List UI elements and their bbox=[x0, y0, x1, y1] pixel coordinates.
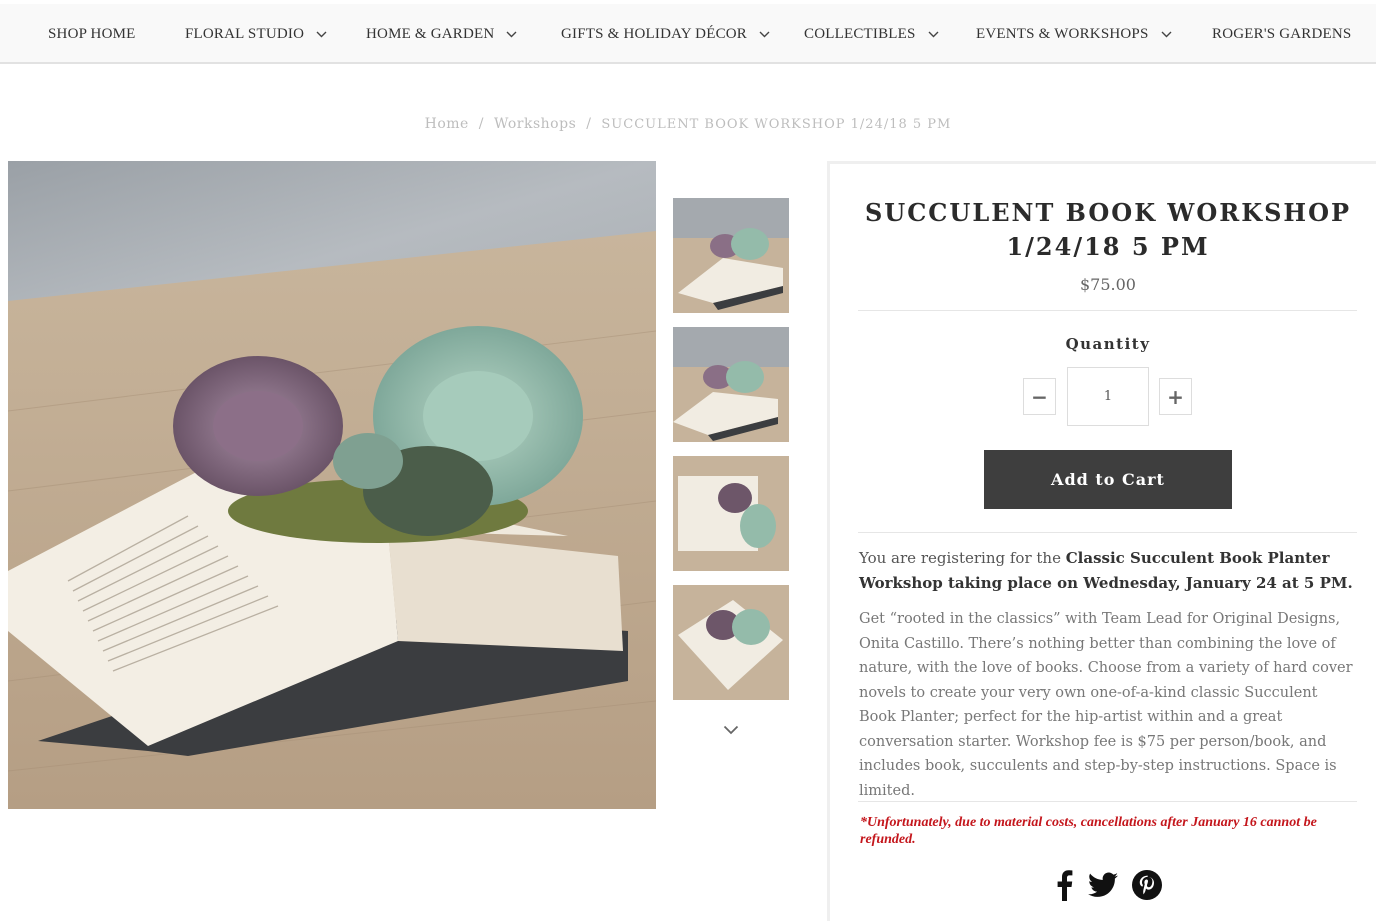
nav-item-collectibles[interactable]: COLLECTIBLES bbox=[804, 4, 939, 64]
divider bbox=[858, 801, 1357, 802]
registration-intro: You are registering for the Classic Succ… bbox=[859, 546, 1359, 596]
thumbnail-4[interactable] bbox=[673, 585, 789, 700]
chevron-down-icon bbox=[316, 31, 327, 38]
nav-label: SHOP HOME bbox=[48, 25, 136, 42]
nav-item-floral-studio[interactable]: FLORAL STUDIO bbox=[185, 4, 327, 64]
breadcrumb: Home / Workshops / SUCCULENT BOOK WORKSH… bbox=[0, 116, 1376, 132]
nav-label: EVENTS & WORKSHOPS bbox=[976, 25, 1149, 42]
main-product-image[interactable] bbox=[8, 161, 656, 809]
chevron-down-icon bbox=[928, 31, 939, 38]
thumbnail-3[interactable] bbox=[673, 456, 789, 571]
breadcrumb-workshops-link[interactable]: Workshops bbox=[494, 116, 576, 132]
breadcrumb-separator: / bbox=[478, 116, 484, 132]
quantity-label: Quantity bbox=[1065, 335, 1151, 353]
divider bbox=[858, 532, 1357, 533]
quantity-input[interactable] bbox=[1067, 367, 1149, 426]
twitter-icon[interactable] bbox=[1088, 868, 1118, 902]
thumbnail-1[interactable] bbox=[673, 198, 789, 313]
nav-label: ROGER'S GARDENS bbox=[1212, 25, 1352, 42]
nav-label: FLORAL STUDIO bbox=[185, 25, 305, 42]
nav-item-shop-home[interactable]: SHOP HOME bbox=[48, 4, 136, 64]
nav-label: COLLECTIBLES bbox=[804, 25, 916, 42]
chevron-down-icon bbox=[506, 31, 517, 38]
product-title: SUCCULENT BOOK WORKSHOP 1/24/18 5 PM bbox=[858, 196, 1358, 264]
chevron-down-icon[interactable] bbox=[719, 720, 743, 740]
chevron-down-icon bbox=[759, 31, 770, 38]
nav-label: HOME & GARDEN bbox=[366, 25, 495, 42]
quantity-decrease-button[interactable]: − bbox=[1023, 378, 1056, 415]
divider bbox=[858, 310, 1357, 311]
quantity-increase-button[interactable]: + bbox=[1159, 378, 1192, 415]
product-price: $75.00 bbox=[1080, 275, 1136, 294]
nav-label: GIFTS & HOLIDAY DÉCOR bbox=[561, 25, 748, 42]
product-title-line2: 1/24/18 5 PM bbox=[1006, 232, 1210, 261]
thumbnail-2[interactable] bbox=[673, 327, 789, 442]
cancellation-note: *Unfortunately, due to material costs, c… bbox=[860, 815, 1317, 847]
pinterest-icon[interactable] bbox=[1132, 868, 1162, 902]
chevron-down-icon bbox=[1161, 31, 1172, 38]
breadcrumb-current: SUCCULENT BOOK WORKSHOP 1/24/18 5 PM bbox=[601, 117, 952, 132]
main-navigation: SHOP HOME FLORAL STUDIO HOME & GARDEN GI… bbox=[0, 4, 1376, 64]
nav-item-events-workshops[interactable]: EVENTS & WORKSHOPS bbox=[976, 4, 1172, 64]
add-to-cart-button[interactable]: Add to Cart bbox=[984, 450, 1232, 509]
nav-item-gifts-holiday-decor[interactable]: GIFTS & HOLIDAY DÉCOR bbox=[561, 4, 770, 64]
product-description: Get “rooted in the classics” with Team L… bbox=[859, 611, 1353, 799]
nav-item-home-garden[interactable]: HOME & GARDEN bbox=[366, 4, 517, 64]
product-title-line1: SUCCULENT BOOK WORKSHOP bbox=[864, 198, 1352, 227]
plus-icon: + bbox=[1167, 384, 1184, 409]
intro-text: You are registering for the bbox=[859, 549, 1066, 567]
breadcrumb-separator: / bbox=[586, 116, 592, 132]
minus-icon: − bbox=[1031, 384, 1048, 409]
facebook-icon[interactable] bbox=[1054, 868, 1074, 902]
breadcrumb-home-link[interactable]: Home bbox=[425, 116, 469, 132]
nav-item-rogers-gardens[interactable]: ROGER'S GARDENS bbox=[1212, 4, 1351, 64]
